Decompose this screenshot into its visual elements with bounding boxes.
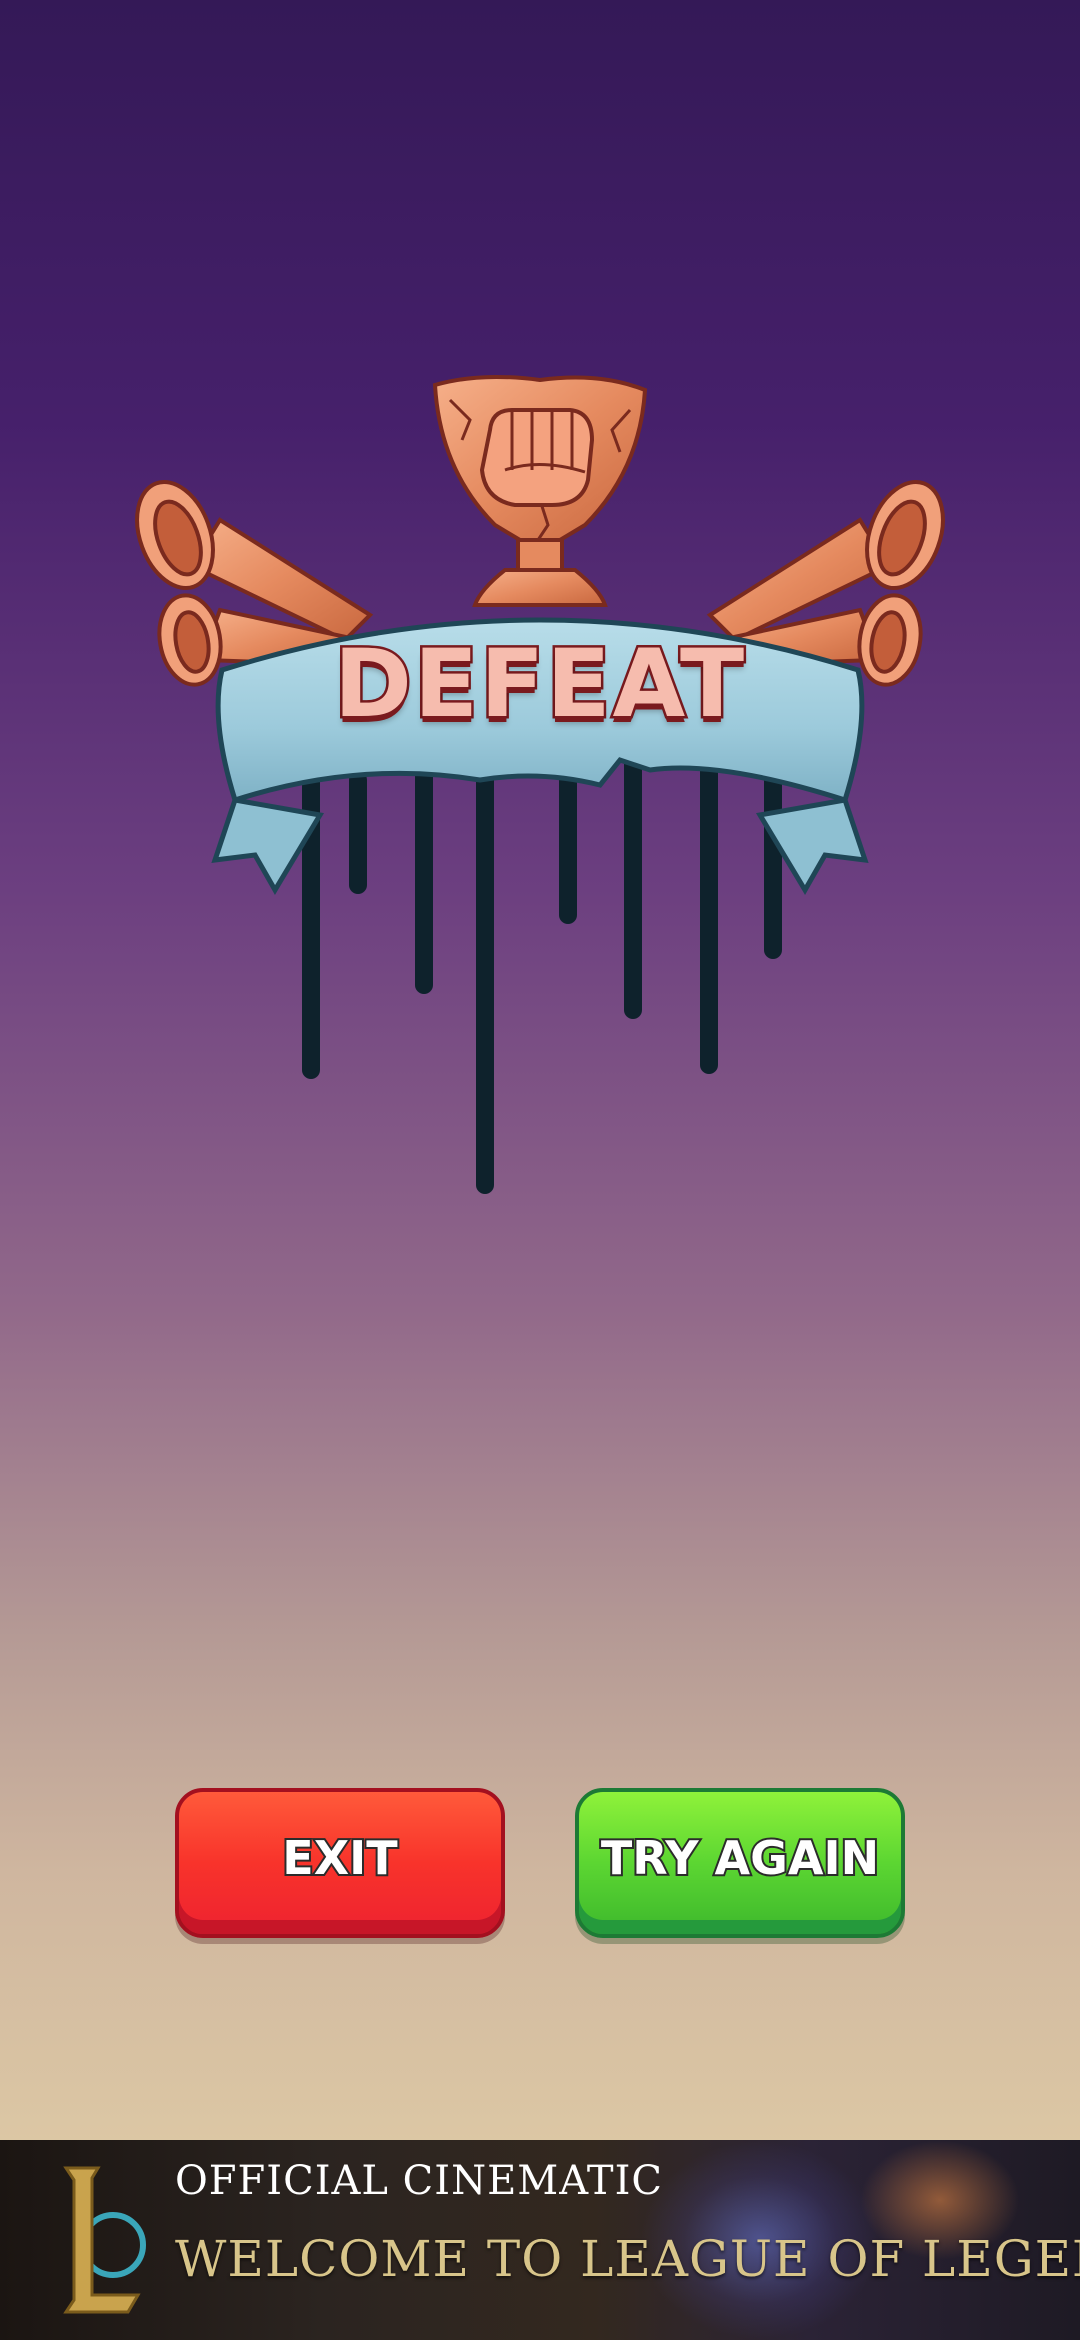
ad-banner[interactable]: OFFICIAL CINEMATIC WELCOME TO LEAGUE OF … [0, 2140, 1080, 2340]
defeat-title: DEFEAT [331, 628, 747, 742]
ad-title: WELCOME TO LEAGUE OF LEGENDS [175, 2230, 1080, 2288]
league-of-legends-logo-icon [63, 2166, 146, 2314]
ad-subtitle: OFFICIAL CINEMATIC [175, 2158, 664, 2204]
paint-drips [302, 751, 782, 1194]
try-again-button[interactable]: TRY AGAIN [575, 1788, 905, 1938]
exit-button[interactable]: EXIT [175, 1788, 505, 1938]
try-again-button-label: TRY AGAIN [599, 1829, 881, 1887]
exit-button-label: EXIT [280, 1829, 399, 1887]
cracked-trophy-icon [432, 374, 648, 607]
defeat-emblem [135, 374, 945, 1194]
